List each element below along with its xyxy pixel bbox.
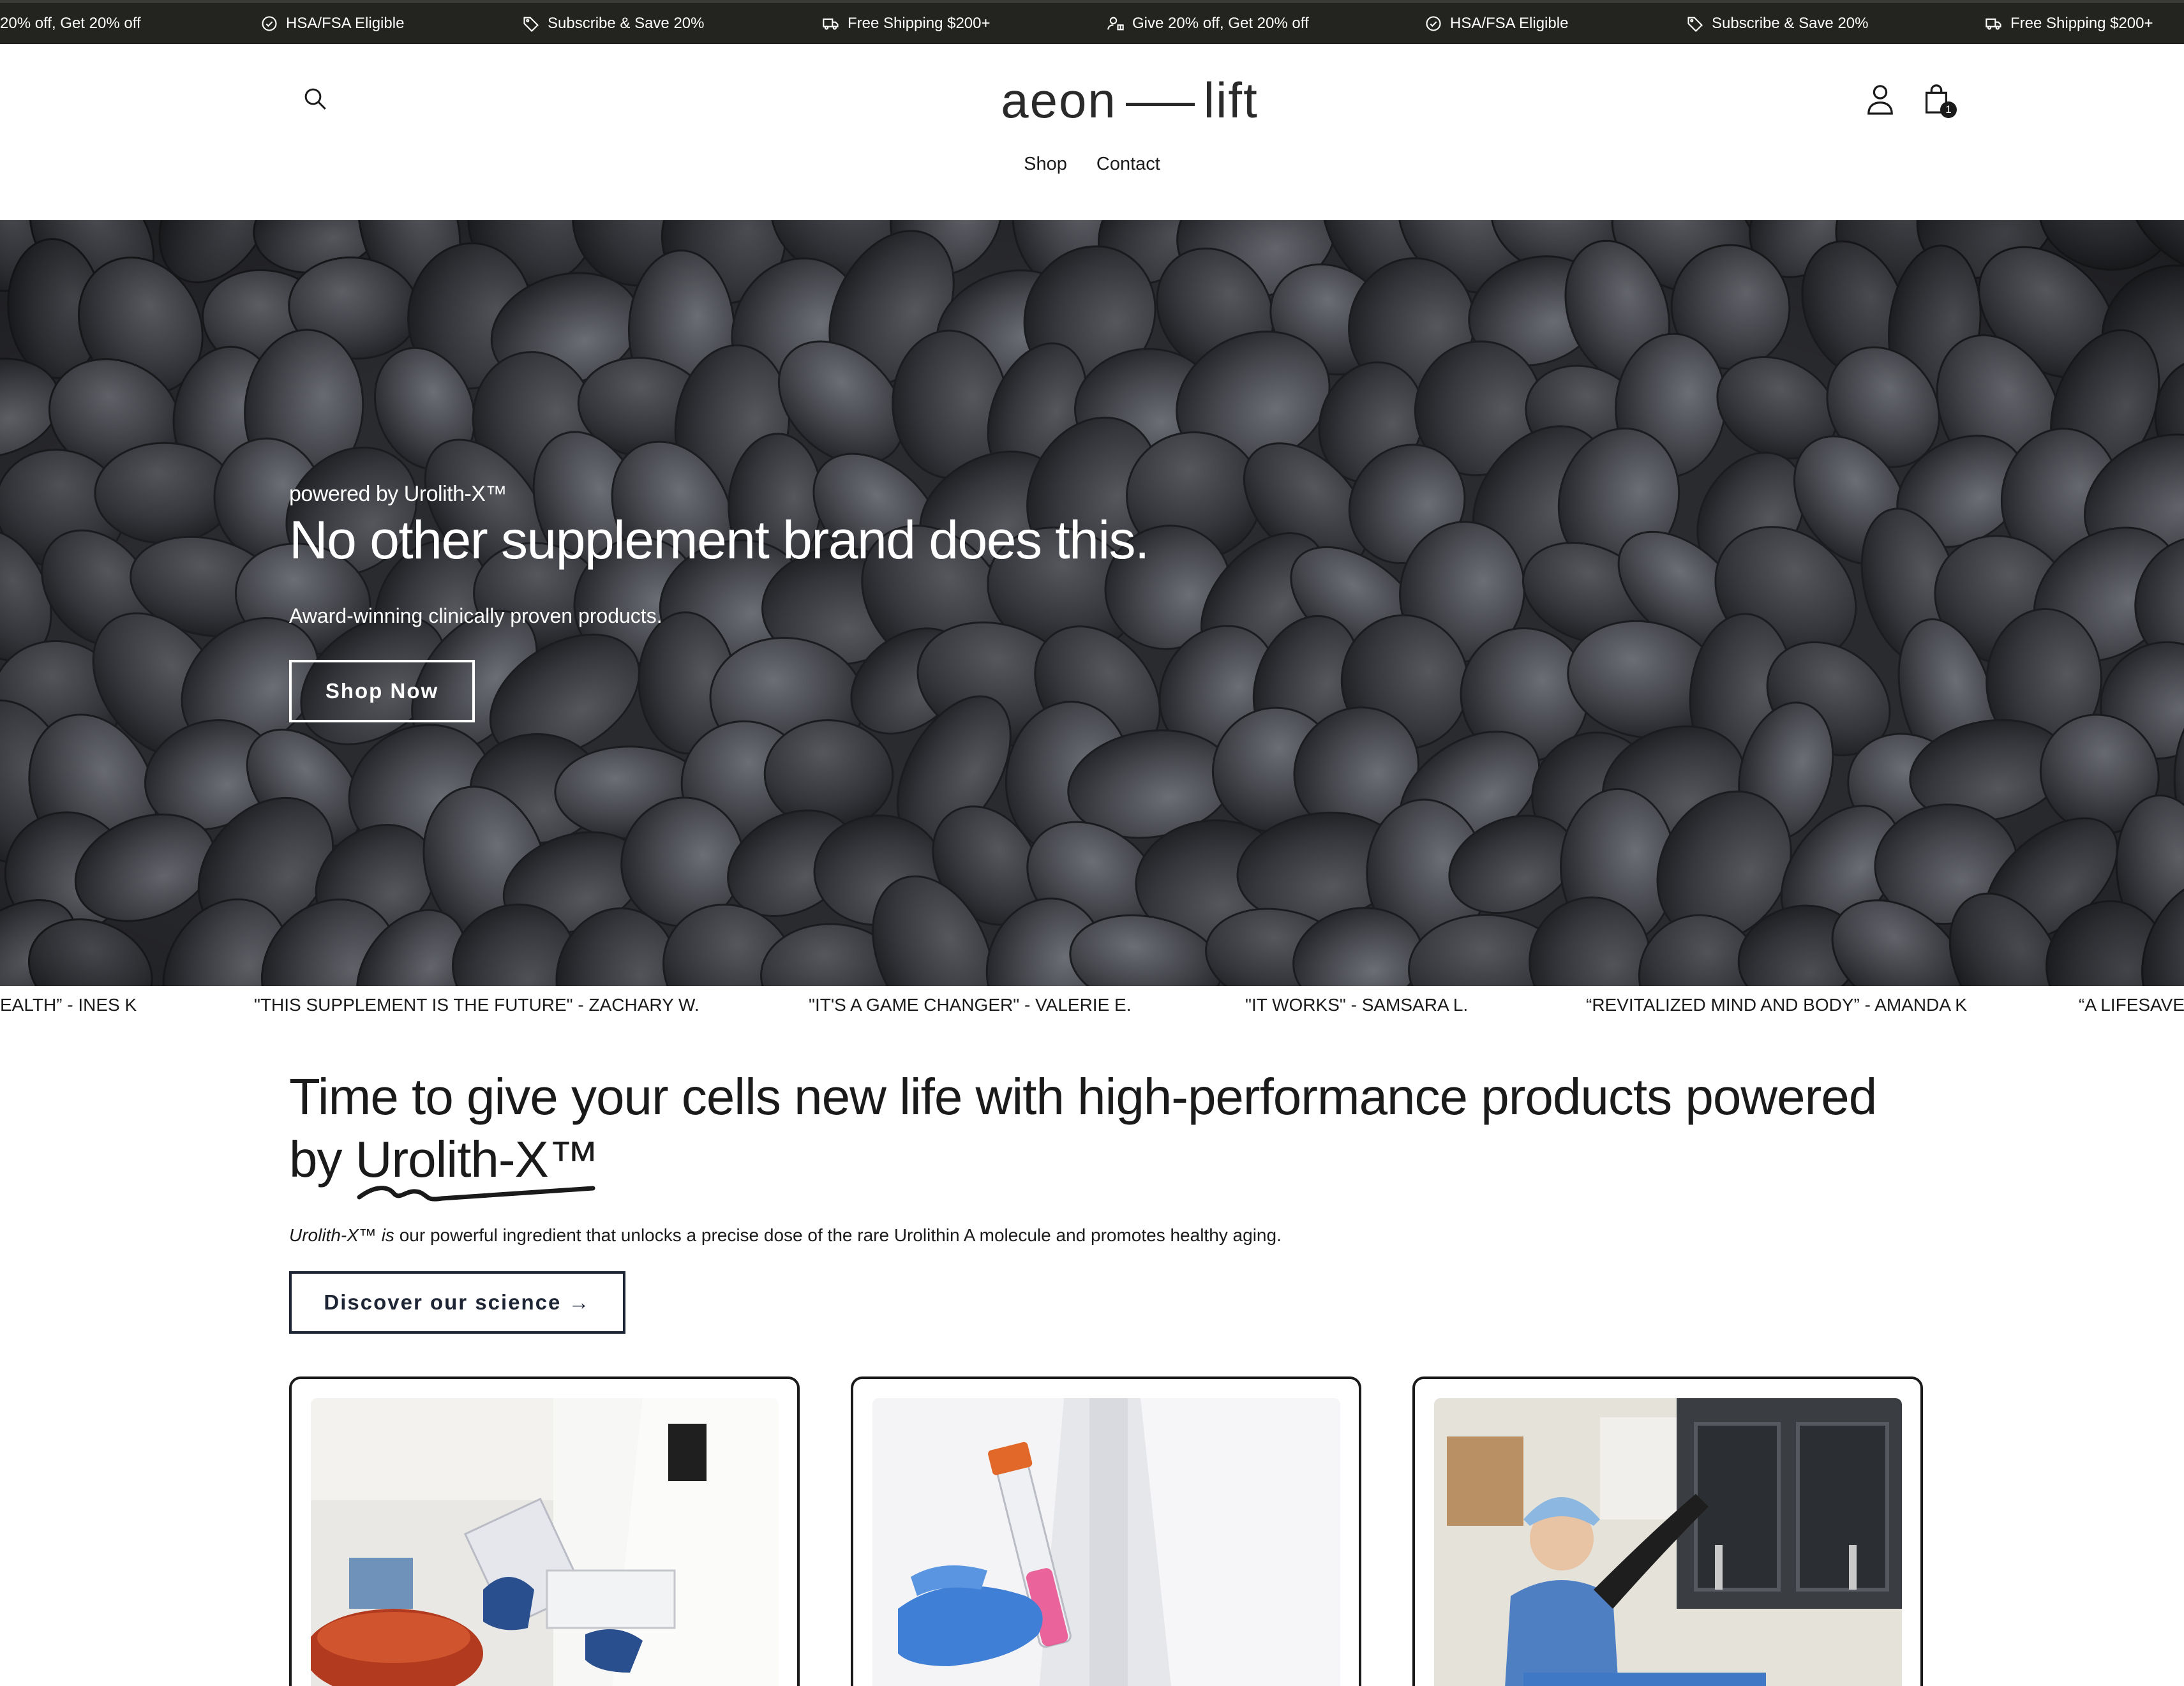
discover-science-button[interactable]: Discover our science →	[289, 1271, 625, 1334]
cart-count-badge: 1	[1940, 101, 1957, 118]
announcement-item: Free Shipping $200+	[1985, 3, 2153, 44]
logo-dash	[1125, 102, 1195, 106]
intro-heading-brand: Urolith-X™	[355, 1128, 599, 1202]
intro-section: Time to give your cells new life with hi…	[289, 1066, 1923, 1334]
testimonial-ticker: EALTH” - INES K "THIS SUPPLEMENT IS THE …	[0, 986, 2184, 1024]
announcement-text: HSA/FSA Eligible	[1450, 15, 1569, 32]
testimonial-item: “REVITALIZED MIND AND BODY” - AMANDA K	[1586, 995, 1967, 1015]
intro-description: Urolith-X™ is our powerful ingredient th…	[289, 1225, 1923, 1246]
announcement-text: HSA/FSA Eligible	[286, 15, 405, 32]
announcement-item: Give 20% off, Get 20% off	[1107, 3, 1309, 44]
truck-icon	[823, 18, 839, 30]
intro-desc-italic: Urolith-X™ is	[289, 1225, 394, 1245]
testimonial-item: “A LIFESAVER	[2079, 995, 2184, 1015]
search-button[interactable]	[299, 82, 332, 116]
announcement-bar: 20% off, Get 20% off HSA/FSA Eligible Su…	[0, 0, 2184, 44]
announcement-text: Free Shipping $200+	[2010, 15, 2153, 32]
account-icon	[1867, 85, 1893, 115]
announcement-item: Subscribe & Save 20%	[1686, 3, 1868, 44]
testimonial-item: "IT'S A GAME CHANGER" - VALERIE E.	[809, 995, 1132, 1015]
announcement-item: 20% off, Get 20% off	[0, 3, 141, 44]
announcement-text: Give 20% off, Get 20% off	[1132, 15, 1309, 32]
site-header: aeon lift 1 Shop Contact	[0, 44, 2184, 220]
card-image-test-tube	[872, 1398, 1340, 1686]
intro-heading: Time to give your cells new life with hi…	[289, 1066, 1923, 1202]
account-button[interactable]	[1862, 80, 1898, 118]
cart-button[interactable]: 1	[1917, 80, 1957, 118]
card-image-lab-tray	[311, 1398, 779, 1686]
science-card[interactable]	[289, 1376, 800, 1686]
logo-text-left: aeon	[1001, 71, 1117, 128]
hero-title: No other supplement brand does this.	[289, 510, 1149, 570]
nav-link-contact[interactable]: Contact	[1096, 154, 1160, 175]
check-badge-icon	[1426, 16, 1441, 31]
nav-link-shop[interactable]: Shop	[1024, 154, 1067, 175]
announcement-text: Free Shipping $200+	[848, 15, 991, 32]
announcement-text: 20% off, Get 20% off	[0, 15, 141, 32]
logo-text-right: lift	[1203, 71, 1259, 128]
search-icon	[304, 88, 326, 110]
science-card[interactable]	[1412, 1376, 1923, 1686]
announcement-item: Free Shipping $200+	[822, 3, 991, 44]
announcement-item: HSA/FSA Eligible	[260, 3, 404, 44]
hero-content: powered by Urolith-X™ No other supplemen…	[289, 482, 1149, 722]
site-logo[interactable]: aeon lift	[976, 68, 1283, 132]
truck-icon	[1986, 18, 2001, 30]
squiggle-underline-icon	[357, 1186, 595, 1202]
tag-icon	[1687, 17, 1703, 33]
announcement-item: Subscribe & Save 20%	[522, 3, 704, 44]
announcement-text: Subscribe & Save 20%	[548, 15, 705, 32]
testimonial-item: "IT WORKS" - SAMSARA L.	[1245, 995, 1469, 1015]
testimonial-item: "THIS SUPPLEMENT IS THE FUTURE" - ZACHAR…	[254, 995, 699, 1015]
main-nav: Shop Contact	[0, 154, 2184, 175]
check-badge-icon	[262, 16, 277, 31]
shop-now-button[interactable]: Shop Now	[289, 660, 475, 722]
science-card[interactable]	[851, 1376, 1361, 1686]
hero-eyebrow: powered by Urolith-X™	[289, 482, 507, 506]
testimonial-item: EALTH” - INES K	[0, 995, 137, 1015]
hero-banner: powered by Urolith-X™ No other supplemen…	[0, 220, 2184, 986]
announcement-text: Subscribe & Save 20%	[1712, 15, 1869, 32]
card-image-lab-worker	[1434, 1398, 1902, 1686]
tag-icon	[523, 17, 539, 33]
announcement-item: HSA/FSA Eligible	[1425, 3, 1568, 44]
user-gift-icon	[1107, 17, 1124, 31]
hero-subtitle: Award-winning clinically proven products…	[289, 604, 662, 627]
intro-desc-rest: our powerful ingredient that unlocks a p…	[394, 1225, 1282, 1245]
